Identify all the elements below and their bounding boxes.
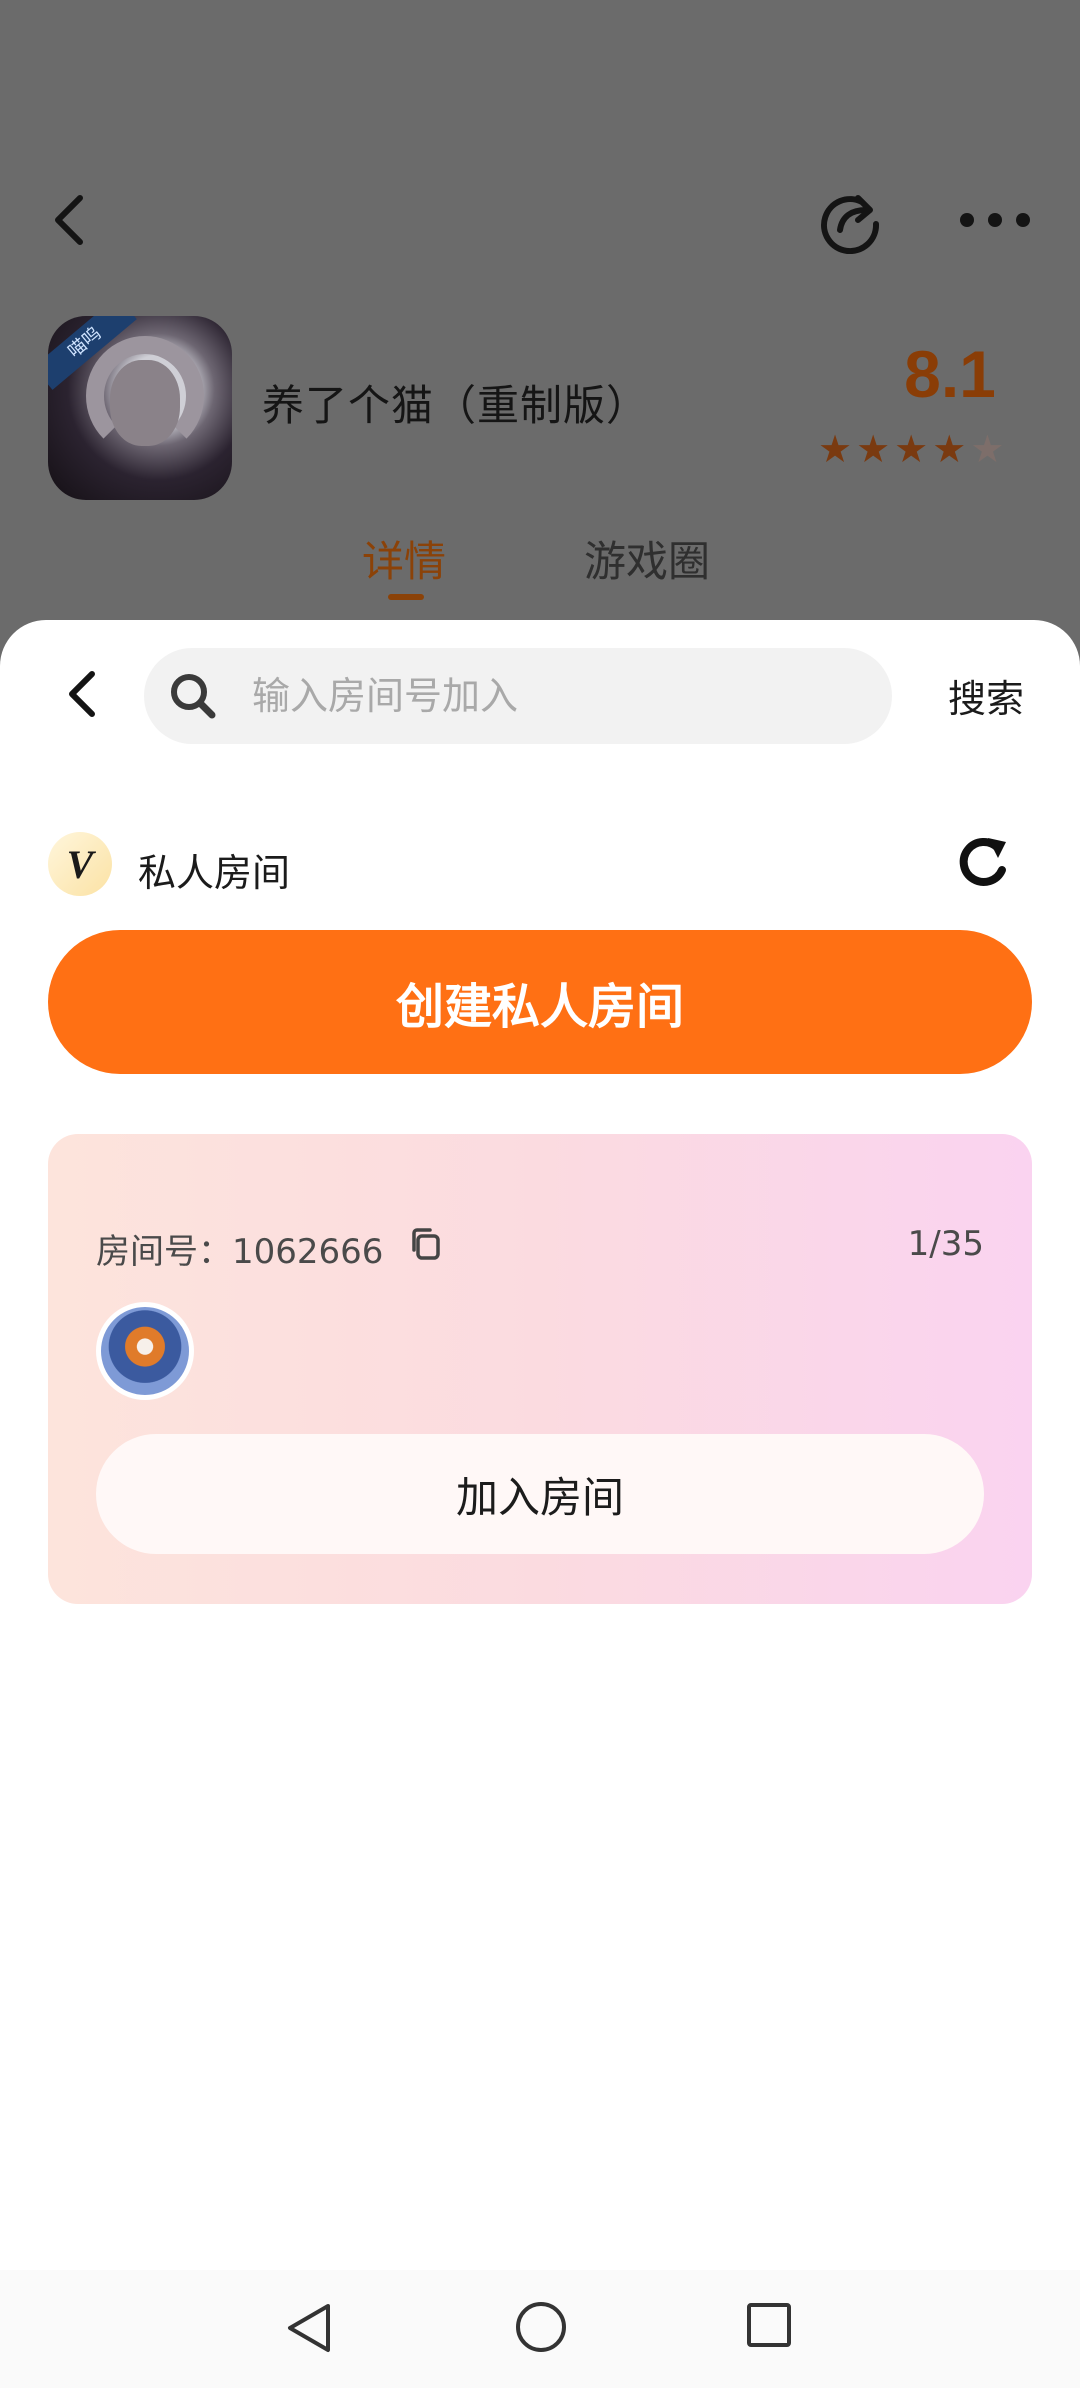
star-icon: ★ [818, 427, 853, 471]
create-private-room-button[interactable]: 创建私人房间 [48, 930, 1032, 1074]
search-bar[interactable] [144, 648, 892, 744]
game-title: 养了个猫（重制版） [262, 381, 650, 430]
star-icon: ★ [856, 427, 891, 471]
section-title: 私人房间 [138, 851, 291, 895]
copy-icon[interactable] [406, 1224, 446, 1264]
tab-indicator [388, 594, 424, 600]
star-icon: ★ [894, 427, 929, 471]
rating-stars: ★ ★ ★ ★ ★ [818, 430, 1004, 468]
star-half-icon: ★ [970, 427, 1005, 471]
room-sheet: 搜索 V 私人房间 创建私人房间 房间号：1062666 1/35 加入房间 [0, 620, 1080, 2270]
game-score: 8.1 [904, 337, 996, 411]
more-horizontal-icon[interactable] [960, 196, 1072, 244]
square-recent-icon[interactable] [746, 2302, 792, 2348]
triangle-back-icon[interactable] [282, 2300, 336, 2356]
tab-details[interactable]: 详情 [362, 528, 446, 589]
search-icon [171, 674, 216, 719]
system-nav-bar [0, 2270, 1080, 2388]
share-icon[interactable] [818, 188, 884, 255]
room-member-count: 1/35 [907, 1224, 984, 1264]
avatar [96, 1302, 194, 1400]
join-room-button[interactable]: 加入房间 [96, 1434, 984, 1554]
tab-game-circle[interactable]: 游戏圈 [584, 528, 710, 589]
game-icon: 喵呜 [48, 316, 232, 500]
star-icon: ★ [932, 427, 967, 471]
circle-home-icon[interactable] [514, 2300, 568, 2354]
sheet-back-icon[interactable] [62, 664, 102, 724]
search-button[interactable]: 搜索 [948, 668, 1024, 723]
vip-badge-icon: V [48, 832, 112, 896]
room-card: 房间号：1062666 1/35 加入房间 [48, 1134, 1032, 1604]
background-page: 喵呜 养了个猫（重制版） 8.1 ★ ★ ★ ★ ★ 详情 游戏圈 [0, 0, 1080, 640]
back-icon[interactable] [48, 190, 92, 250]
refresh-icon[interactable] [952, 832, 1012, 892]
room-number-label: 房间号：1062666 [96, 1232, 384, 1272]
room-number-input[interactable] [252, 674, 812, 718]
